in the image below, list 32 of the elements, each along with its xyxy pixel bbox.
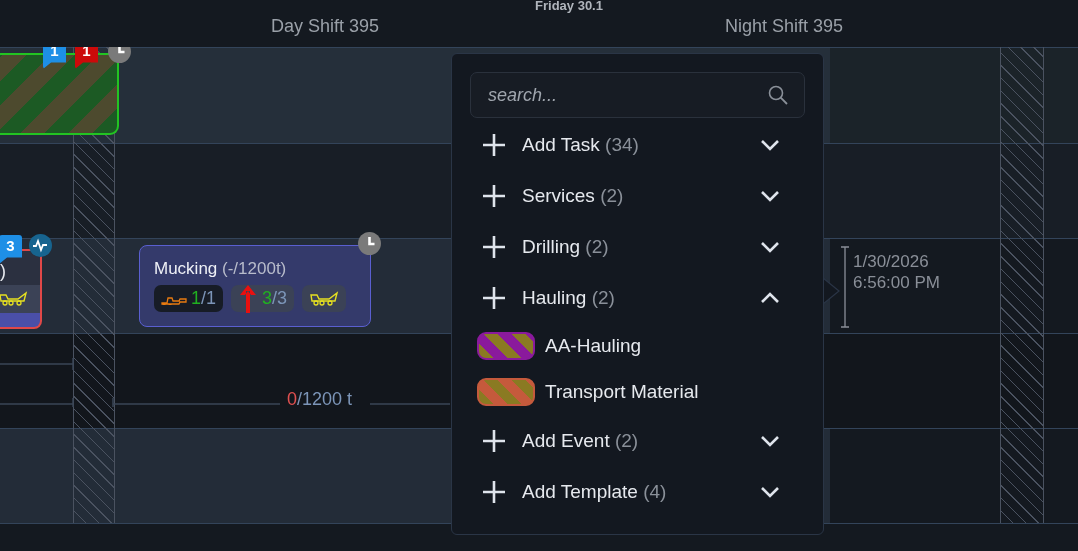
plus-icon: [482, 428, 506, 453]
resource-count: 3/3: [262, 288, 288, 309]
marker-time: 6:56:00 PM: [853, 272, 940, 293]
menu-category[interactable]: Add Event (2): [470, 415, 805, 466]
truck-icon: [309, 291, 340, 306]
plus-icon: [482, 234, 506, 259]
resource-count: 1/1: [191, 288, 217, 309]
plus-icon: [482, 479, 506, 504]
date-heading: Friday 30.1: [535, 0, 603, 12]
menu-category[interactable]: Add Task (34): [470, 119, 805, 170]
menu-option[interactable]: Transport Material: [545, 381, 699, 403]
marker-date: 1/30/2026: [853, 251, 930, 272]
task-title: ): [0, 261, 6, 282]
search-field[interactable]: search...: [470, 72, 805, 118]
arrow-up-icon: [238, 284, 259, 313]
menu-category[interactable]: Hauling (2): [470, 272, 805, 323]
shift-label: Night Shift 395: [723, 16, 845, 37]
plus-icon: [482, 183, 506, 208]
menu-option[interactable]: AA-Hauling: [545, 335, 642, 357]
plus-icon: [482, 285, 506, 310]
task-title: Mucking (-/1200t): [154, 259, 288, 279]
search-icon: [768, 85, 788, 105]
tonnage-summary: 0/1200 t: [287, 388, 353, 410]
plus-icon: [482, 132, 506, 157]
task-card[interactable]: Mucking (-/1200t) 1/1 3/3: [139, 245, 371, 327]
truck-icon: [0, 291, 28, 306]
shift-label: Day Shift 395: [269, 16, 381, 37]
menu-category[interactable]: Services (2): [470, 170, 805, 221]
wave-icon: [29, 234, 52, 257]
menu-category[interactable]: Add Template (4): [470, 466, 805, 517]
clock-icon: [358, 232, 381, 255]
menu-category[interactable]: Drilling (2): [470, 221, 805, 272]
